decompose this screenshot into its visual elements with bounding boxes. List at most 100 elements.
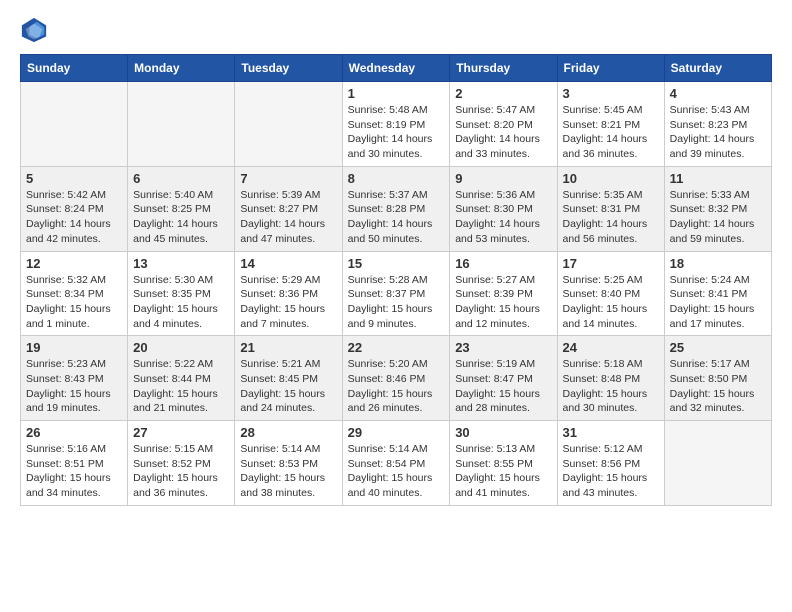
day-info: Sunrise: 5:17 AMSunset: 8:50 PMDaylight:… bbox=[670, 357, 766, 416]
day-number: 20 bbox=[133, 340, 229, 355]
calendar-cell: 2 Sunrise: 5:47 AMSunset: 8:20 PMDaylight… bbox=[450, 82, 557, 167]
day-info: Sunrise: 5:32 AMSunset: 8:34 PMDaylight:… bbox=[26, 273, 122, 332]
calendar-cell bbox=[235, 82, 342, 167]
calendar-cell: 22 Sunrise: 5:20 AMSunset: 8:46 PMDayligh… bbox=[342, 336, 450, 421]
day-info: Sunrise: 5:27 AMSunset: 8:39 PMDaylight:… bbox=[455, 273, 551, 332]
day-info: Sunrise: 5:47 AMSunset: 8:20 PMDaylight:… bbox=[455, 103, 551, 162]
calendar-cell: 21Sunrise: 5:21 AMSunset: 8:45 PMDayligh… bbox=[235, 336, 342, 421]
day-number: 30 bbox=[455, 425, 551, 440]
calendar-week-1: 1Sunrise: 5:48 AMSunset: 8:19 PMDaylight… bbox=[21, 82, 772, 167]
calendar-week-2: 5 Sunrise: 5:42 AMSunset: 8:24 PMDaylight… bbox=[21, 166, 772, 251]
calendar-cell bbox=[21, 82, 128, 167]
day-number: 17 bbox=[563, 256, 659, 271]
day-number: 24 bbox=[563, 340, 659, 355]
calendar-cell: 31 Sunrise: 5:12 AMSunset: 8:56 PMDayligh… bbox=[557, 421, 664, 506]
day-info: Sunrise: 5:23 AMSunset: 8:43 PMDaylight:… bbox=[26, 357, 122, 416]
day-number: 4 bbox=[670, 86, 766, 101]
calendar-cell bbox=[128, 82, 235, 167]
calendar-week-5: 26 Sunrise: 5:16 AMSunset: 8:51 PMDayligh… bbox=[21, 421, 772, 506]
calendar-cell: 28Sunrise: 5:14 AMSunset: 8:53 PMDayligh… bbox=[235, 421, 342, 506]
day-info: Sunrise: 5:39 AMSunset: 8:27 PMDaylight:… bbox=[240, 188, 336, 247]
day-info: Sunrise: 5:19 AMSunset: 8:47 PMDaylight:… bbox=[455, 357, 551, 416]
calendar-cell: 14 Sunrise: 5:29 AMSunset: 8:36 PMDayligh… bbox=[235, 251, 342, 336]
calendar-cell: 18Sunrise: 5:24 AMSunset: 8:41 PMDayligh… bbox=[664, 251, 771, 336]
day-number: 6 bbox=[133, 171, 229, 186]
weekday-header-tuesday: Tuesday bbox=[235, 55, 342, 82]
calendar-cell: 5 Sunrise: 5:42 AMSunset: 8:24 PMDaylight… bbox=[21, 166, 128, 251]
calendar-table: SundayMondayTuesdayWednesdayThursdayFrid… bbox=[20, 54, 772, 506]
day-number: 12 bbox=[26, 256, 122, 271]
day-info: Sunrise: 5:12 AMSunset: 8:56 PMDaylight:… bbox=[563, 442, 659, 501]
day-info: Sunrise: 5:15 AMSunset: 8:52 PMDaylight:… bbox=[133, 442, 229, 501]
day-number: 8 bbox=[348, 171, 445, 186]
weekday-header-friday: Friday bbox=[557, 55, 664, 82]
day-info: Sunrise: 5:48 AMSunset: 8:19 PMDaylight:… bbox=[348, 103, 445, 162]
weekday-header-thursday: Thursday bbox=[450, 55, 557, 82]
day-info: Sunrise: 5:42 AMSunset: 8:24 PMDaylight:… bbox=[26, 188, 122, 247]
day-number: 27 bbox=[133, 425, 229, 440]
weekday-header-row: SundayMondayTuesdayWednesdayThursdayFrid… bbox=[21, 55, 772, 82]
day-info: Sunrise: 5:14 AMSunset: 8:53 PMDaylight:… bbox=[240, 442, 336, 501]
day-number: 18 bbox=[670, 256, 766, 271]
logo bbox=[20, 16, 52, 44]
calendar-cell: 13 Sunrise: 5:30 AMSunset: 8:35 PMDayligh… bbox=[128, 251, 235, 336]
day-number: 25 bbox=[670, 340, 766, 355]
day-info: Sunrise: 5:33 AMSunset: 8:32 PMDaylight:… bbox=[670, 188, 766, 247]
day-number: 22 bbox=[348, 340, 445, 355]
calendar-cell: 3Sunrise: 5:45 AMSunset: 8:21 PMDaylight… bbox=[557, 82, 664, 167]
day-info: Sunrise: 5:22 AMSunset: 8:44 PMDaylight:… bbox=[133, 357, 229, 416]
calendar-cell: 11 Sunrise: 5:33 AMSunset: 8:32 PMDayligh… bbox=[664, 166, 771, 251]
day-number: 9 bbox=[455, 171, 551, 186]
day-number: 10 bbox=[563, 171, 659, 186]
day-info: Sunrise: 5:45 AMSunset: 8:21 PMDaylight:… bbox=[563, 103, 659, 162]
calendar-cell: 27 Sunrise: 5:15 AMSunset: 8:52 PMDayligh… bbox=[128, 421, 235, 506]
day-info: Sunrise: 5:35 AMSunset: 8:31 PMDaylight:… bbox=[563, 188, 659, 247]
day-info: Sunrise: 5:25 AMSunset: 8:40 PMDaylight:… bbox=[563, 273, 659, 332]
day-number: 11 bbox=[670, 171, 766, 186]
day-number: 26 bbox=[26, 425, 122, 440]
calendar-cell: 17 Sunrise: 5:25 AMSunset: 8:40 PMDayligh… bbox=[557, 251, 664, 336]
day-number: 2 bbox=[455, 86, 551, 101]
day-number: 21 bbox=[240, 340, 336, 355]
day-info: Sunrise: 5:29 AMSunset: 8:36 PMDaylight:… bbox=[240, 273, 336, 332]
day-info: Sunrise: 5:18 AMSunset: 8:48 PMDaylight:… bbox=[563, 357, 659, 416]
day-info: Sunrise: 5:37 AMSunset: 8:28 PMDaylight:… bbox=[348, 188, 445, 247]
day-info: Sunrise: 5:28 AMSunset: 8:37 PMDaylight:… bbox=[348, 273, 445, 332]
calendar-week-3: 12 Sunrise: 5:32 AMSunset: 8:34 PMDayligh… bbox=[21, 251, 772, 336]
calendar-cell: 7 Sunrise: 5:39 AMSunset: 8:27 PMDaylight… bbox=[235, 166, 342, 251]
day-info: Sunrise: 5:40 AMSunset: 8:25 PMDaylight:… bbox=[133, 188, 229, 247]
calendar-cell: 1Sunrise: 5:48 AMSunset: 8:19 PMDaylight… bbox=[342, 82, 450, 167]
weekday-header-saturday: Saturday bbox=[664, 55, 771, 82]
day-number: 5 bbox=[26, 171, 122, 186]
calendar-cell: 25 Sunrise: 5:17 AMSunset: 8:50 PMDayligh… bbox=[664, 336, 771, 421]
day-number: 23 bbox=[455, 340, 551, 355]
weekday-header-sunday: Sunday bbox=[21, 55, 128, 82]
day-number: 7 bbox=[240, 171, 336, 186]
calendar-cell: 8 Sunrise: 5:37 AMSunset: 8:28 PMDaylight… bbox=[342, 166, 450, 251]
calendar-cell: 10 Sunrise: 5:35 AMSunset: 8:31 PMDayligh… bbox=[557, 166, 664, 251]
page-header bbox=[20, 16, 772, 44]
calendar-cell: 24 Sunrise: 5:18 AMSunset: 8:48 PMDayligh… bbox=[557, 336, 664, 421]
day-number: 29 bbox=[348, 425, 445, 440]
day-number: 14 bbox=[240, 256, 336, 271]
calendar-cell: 30 Sunrise: 5:13 AMSunset: 8:55 PMDayligh… bbox=[450, 421, 557, 506]
day-info: Sunrise: 5:13 AMSunset: 8:55 PMDaylight:… bbox=[455, 442, 551, 501]
day-info: Sunrise: 5:16 AMSunset: 8:51 PMDaylight:… bbox=[26, 442, 122, 501]
calendar-cell: 19Sunrise: 5:23 AMSunset: 8:43 PMDayligh… bbox=[21, 336, 128, 421]
calendar-cell: 12 Sunrise: 5:32 AMSunset: 8:34 PMDayligh… bbox=[21, 251, 128, 336]
day-number: 16 bbox=[455, 256, 551, 271]
day-info: Sunrise: 5:36 AMSunset: 8:30 PMDaylight:… bbox=[455, 188, 551, 247]
day-number: 31 bbox=[563, 425, 659, 440]
calendar-cell: 23 Sunrise: 5:19 AMSunset: 8:47 PMDayligh… bbox=[450, 336, 557, 421]
calendar-cell: 26 Sunrise: 5:16 AMSunset: 8:51 PMDayligh… bbox=[21, 421, 128, 506]
day-number: 13 bbox=[133, 256, 229, 271]
day-number: 15 bbox=[348, 256, 445, 271]
day-info: Sunrise: 5:30 AMSunset: 8:35 PMDaylight:… bbox=[133, 273, 229, 332]
calendar-cell: 15 Sunrise: 5:28 AMSunset: 8:37 PMDayligh… bbox=[342, 251, 450, 336]
weekday-header-monday: Monday bbox=[128, 55, 235, 82]
calendar-cell bbox=[664, 421, 771, 506]
logo-icon bbox=[20, 16, 48, 44]
calendar-cell: 20 Sunrise: 5:22 AMSunset: 8:44 PMDayligh… bbox=[128, 336, 235, 421]
calendar-cell: 6 Sunrise: 5:40 AMSunset: 8:25 PMDaylight… bbox=[128, 166, 235, 251]
day-info: Sunrise: 5:20 AMSunset: 8:46 PMDaylight:… bbox=[348, 357, 445, 416]
